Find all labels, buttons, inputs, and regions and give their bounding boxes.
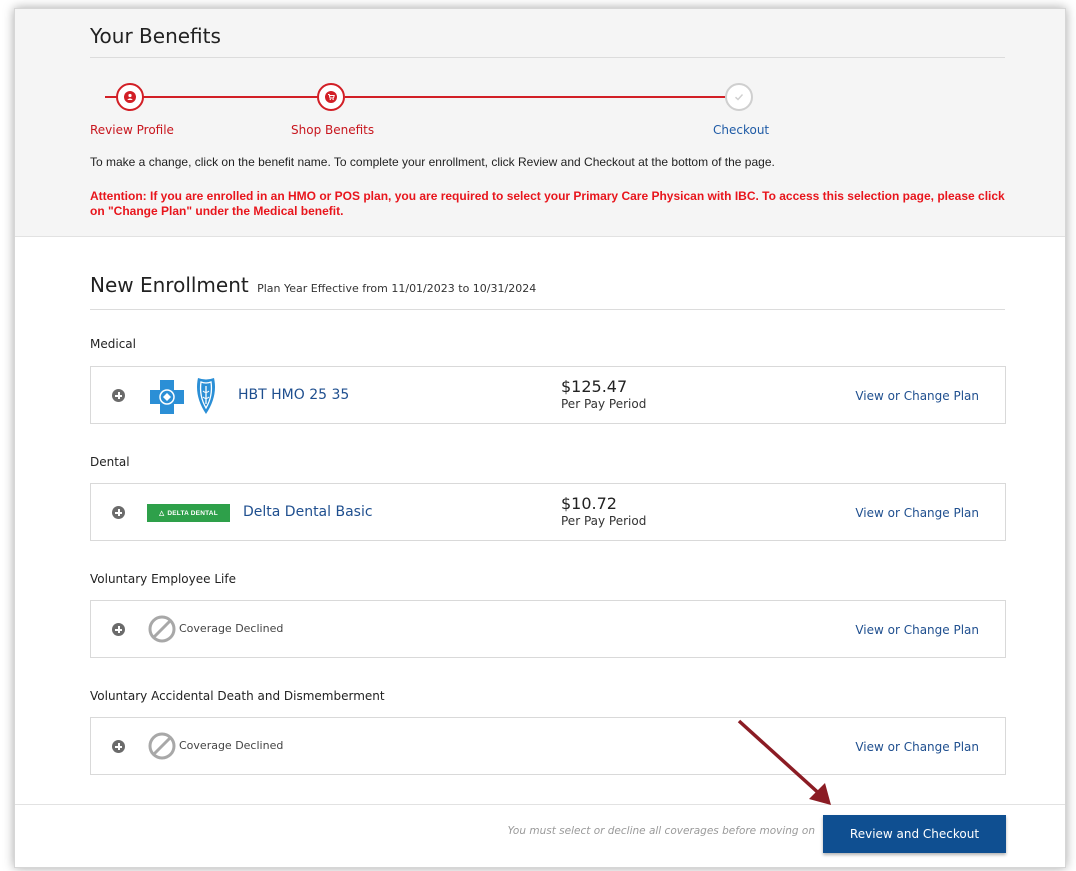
step-review-profile[interactable]	[116, 83, 144, 111]
price-period: Per Pay Period	[561, 514, 647, 528]
benefit-card-dental: △ DELTA DENTAL Delta Dental Basic $10.72 …	[90, 483, 1006, 541]
expand-plus-icon[interactable]	[112, 623, 125, 636]
page-title: Your Benefits	[90, 24, 221, 48]
user-icon	[124, 91, 136, 103]
divider	[90, 309, 1005, 310]
plan-year-text: Plan Year Effective from 11/01/2023 to 1…	[257, 282, 537, 295]
cart-icon	[325, 91, 337, 103]
bcbs-logo	[150, 378, 215, 414]
section-label-dental: Dental	[90, 455, 130, 469]
expand-plus-icon[interactable]	[112, 506, 125, 519]
benefits-window: Your Benefits Review Profile Shop Benefi…	[14, 8, 1066, 868]
annotation-arrow	[737, 719, 831, 805]
delta-dental-logo: △ DELTA DENTAL	[147, 504, 230, 522]
step-shop-benefits[interactable]	[317, 83, 345, 111]
benefit-card-employee-life: Coverage Declined View or Change Plan	[90, 600, 1006, 658]
price-value: $125.47	[561, 377, 628, 396]
review-and-checkout-button[interactable]: Review and Checkout	[823, 815, 1006, 853]
step-label-review-profile[interactable]: Review Profile	[90, 123, 174, 137]
declined-icon	[148, 732, 176, 760]
price-value: $10.72	[561, 494, 617, 513]
benefit-card-add: Coverage Declined View or Change Plan	[90, 717, 1006, 775]
benefit-card-medical: HBT HMO 25 35 $125.47 Per Pay Period Vie…	[90, 366, 1006, 424]
price-period: Per Pay Period	[561, 397, 647, 411]
attention-notice: Attention: If you are enrolled in an HMO…	[90, 189, 1005, 218]
coverage-status: Coverage Declined	[179, 622, 284, 635]
section-label-employee-life: Voluntary Employee Life	[90, 572, 236, 586]
declined-icon	[148, 615, 176, 643]
footer-divider	[15, 804, 1065, 805]
delta-dental-logo-text: DELTA DENTAL	[167, 509, 218, 517]
section-label-add: Voluntary Accidental Death and Dismember…	[90, 689, 385, 703]
divider	[90, 57, 1005, 58]
expand-plus-icon[interactable]	[112, 740, 125, 753]
enrollment-heading: New Enrollment Plan Year Effective from …	[90, 273, 536, 297]
step-label-shop-benefits[interactable]: Shop Benefits	[291, 123, 374, 137]
view-change-plan-link[interactable]: View or Change Plan	[855, 623, 979, 637]
header-panel: Your Benefits Review Profile Shop Benefi…	[15, 9, 1065, 237]
coverage-status: Coverage Declined	[179, 739, 284, 752]
footer-note: You must select or decline all coverages…	[507, 825, 815, 837]
view-change-plan-link[interactable]: View or Change Plan	[855, 506, 979, 520]
check-icon	[735, 94, 744, 101]
instructions-text: To make a change, click on the benefit n…	[90, 155, 775, 169]
expand-plus-icon[interactable]	[112, 389, 125, 402]
plan-name-link[interactable]: HBT HMO 25 35	[238, 387, 349, 403]
view-change-plan-link[interactable]: View or Change Plan	[855, 740, 979, 754]
step-label-checkout[interactable]: Checkout	[713, 123, 769, 137]
enrollment-title: New Enrollment	[90, 273, 249, 297]
view-change-plan-link[interactable]: View or Change Plan	[855, 389, 979, 403]
step-connector	[345, 96, 730, 98]
step-checkout[interactable]	[725, 83, 753, 111]
progress-stepper: Review Profile Shop Benefits Checkout	[15, 79, 1065, 139]
section-label-medical: Medical	[90, 337, 136, 351]
plan-name-link[interactable]: Delta Dental Basic	[243, 504, 373, 520]
